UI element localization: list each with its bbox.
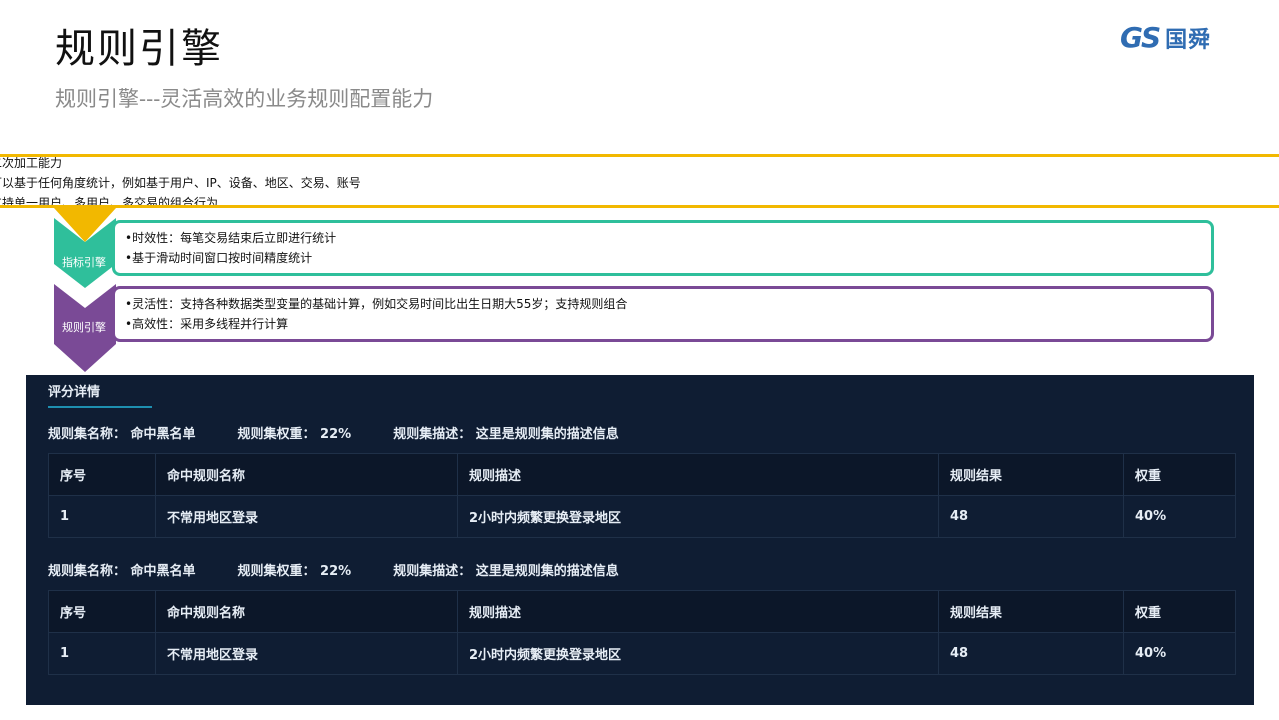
rule-engine-chevron: 规则引擎 (54, 284, 116, 374)
table-cell: 1 (48, 495, 156, 538)
rule-set-name: 规则集名称： 命中黑名单 (48, 427, 196, 442)
rule-engine-line: •灵活性：支持各种数据类型变量的基础计算，例如交易时间比出生日期大55岁；支持规… (125, 297, 628, 311)
table-header-row: 序号 命中规则名称 规则描述 规则结果 权重 (48, 453, 1236, 496)
column-header: 权重 (1123, 453, 1236, 496)
rule-set-desc: 规则集描述： 这里是规则集的描述信息 (393, 564, 619, 579)
rule-engine-box: •灵活性：支持各种数据类型变量的基础计算，例如交易时间比出生日期大55岁；支持规… (112, 286, 1214, 342)
logo-cn-text: 国舜 (1165, 28, 1212, 53)
column-header: 序号 (48, 590, 156, 633)
rule-set-weight: 规则集权重： 22% (237, 564, 352, 579)
page-subtitle: 规则引擎---灵活高效的业务规则配置能力 (55, 87, 434, 111)
column-header: 规则描述 (457, 453, 939, 496)
column-header: 序号 (48, 453, 156, 496)
table-cell: 40% (1123, 632, 1236, 675)
company-logo: GS 国舜 (1120, 18, 1250, 58)
rule-set-meta: 规则集名称： 命中黑名单 规则集权重： 22% 规则集描述： 这里是规则集的描述信息 (48, 560, 619, 579)
table-row[interactable]: 1 不常用地区登录 2小时内频繁更换登录地区 48 40% (48, 632, 1236, 675)
logo-gs-mark: GS (1120, 21, 1161, 54)
indicator-engine-line: •时效性：每笔交易结束后立即进行统计 (125, 231, 337, 245)
rule-table: 序号 命中规则名称 规则描述 规则结果 权重 1 不常用地区登录 2小时内频繁更… (48, 453, 1236, 538)
table-cell: 1 (48, 632, 156, 675)
column-header: 命中规则名称 (155, 590, 458, 633)
indicator-engine-line: •基于滑动时间窗口按时间精度统计 (125, 251, 313, 265)
table-row[interactable]: 1 不常用地区登录 2小时内频繁更换登录地区 48 40% (48, 495, 1236, 538)
table-cell: 不常用地区登录 (155, 495, 458, 538)
table-cell: 48 (938, 632, 1124, 675)
rule-set-name: 规则集名称： 命中黑名单 (48, 564, 196, 579)
column-header: 规则结果 (938, 590, 1124, 633)
table-header-row: 序号 命中规则名称 规则描述 规则结果 权重 (48, 590, 1236, 633)
table-cell: 不常用地区登录 (155, 632, 458, 675)
tab-score-detail[interactable]: 评分详情 (48, 381, 152, 408)
band-line: 可以基于任何角度统计，例如基于用户、IP、设备、地区、交易、账号 (0, 176, 361, 190)
page-title: 规则引擎 (55, 26, 223, 72)
rule-set-meta: 规则集名称： 命中黑名单 规则集权重： 22% 规则集描述： 这里是规则集的描述信息 (48, 423, 619, 442)
indicator-engine-box: •时效性：每笔交易结束后立即进行统计 •基于滑动时间窗口按时间精度统计 (112, 220, 1214, 276)
column-header: 规则描述 (457, 590, 939, 633)
table-cell: 40% (1123, 495, 1236, 538)
table-cell: 2小时内频繁更换登录地区 (457, 495, 939, 538)
indicator-engine-label: 指标引擎 (62, 256, 106, 269)
band-line: 支持单一用户、多用户、多交易的组合行为 (0, 196, 219, 208)
indicator-engine-chevron: 指标引擎 (54, 218, 116, 288)
table-cell: 2小时内频繁更换登录地区 (457, 632, 939, 675)
rule-set-desc: 规则集描述： 这里是规则集的描述信息 (393, 427, 619, 442)
rule-table: 序号 命中规则名称 规则描述 规则结果 权重 1 不常用地区登录 2小时内频繁更… (48, 590, 1236, 675)
rule-engine-label: 规则引擎 (62, 321, 106, 334)
rule-engine-line: •高效性：采用多线程并行计算 (125, 317, 289, 331)
column-header: 规则结果 (938, 453, 1124, 496)
band-line: 二次加工能力 (0, 156, 63, 170)
table-cell: 48 (938, 495, 1124, 538)
score-detail-panel: 评分详情 规则集名称： 命中黑名单 规则集权重： 22% 规则集描述： 这里是规则集… (26, 375, 1254, 705)
column-header: 权重 (1123, 590, 1236, 633)
rule-set-weight: 规则集权重： 22% (237, 427, 352, 442)
secondary-processing-band: 二次加工能力 可以基于任何角度统计，例如基于用户、IP、设备、地区、交易、账号 … (0, 154, 1279, 208)
column-header: 命中规则名称 (155, 453, 458, 496)
